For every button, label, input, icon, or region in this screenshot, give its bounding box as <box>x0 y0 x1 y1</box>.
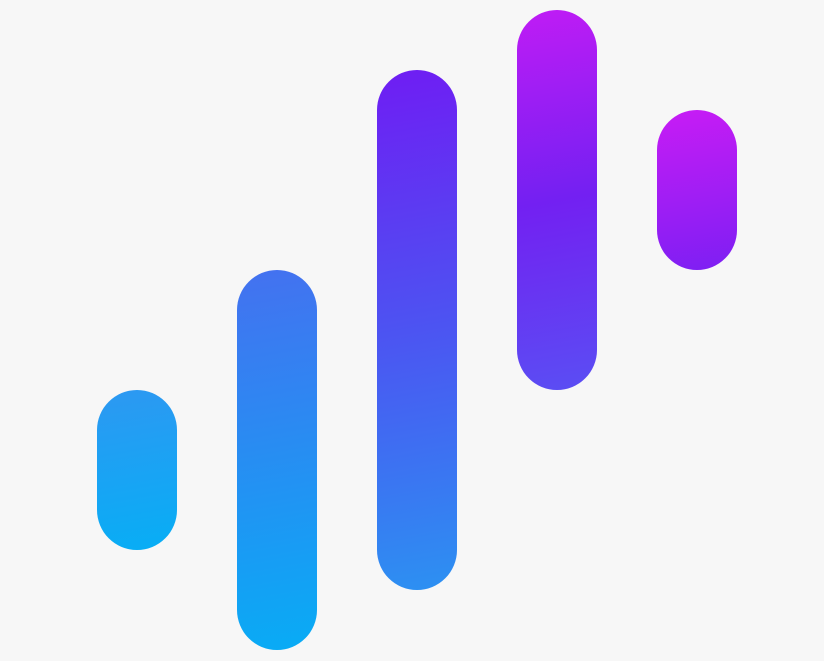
logo-bar-1 <box>97 390 177 550</box>
logo-bar-4 <box>517 10 597 390</box>
logo-bar-5 <box>657 110 737 270</box>
logo-bar-3 <box>377 70 457 590</box>
logo-bar-2 <box>237 270 317 650</box>
equalizer-bars-logo-icon <box>0 0 824 661</box>
